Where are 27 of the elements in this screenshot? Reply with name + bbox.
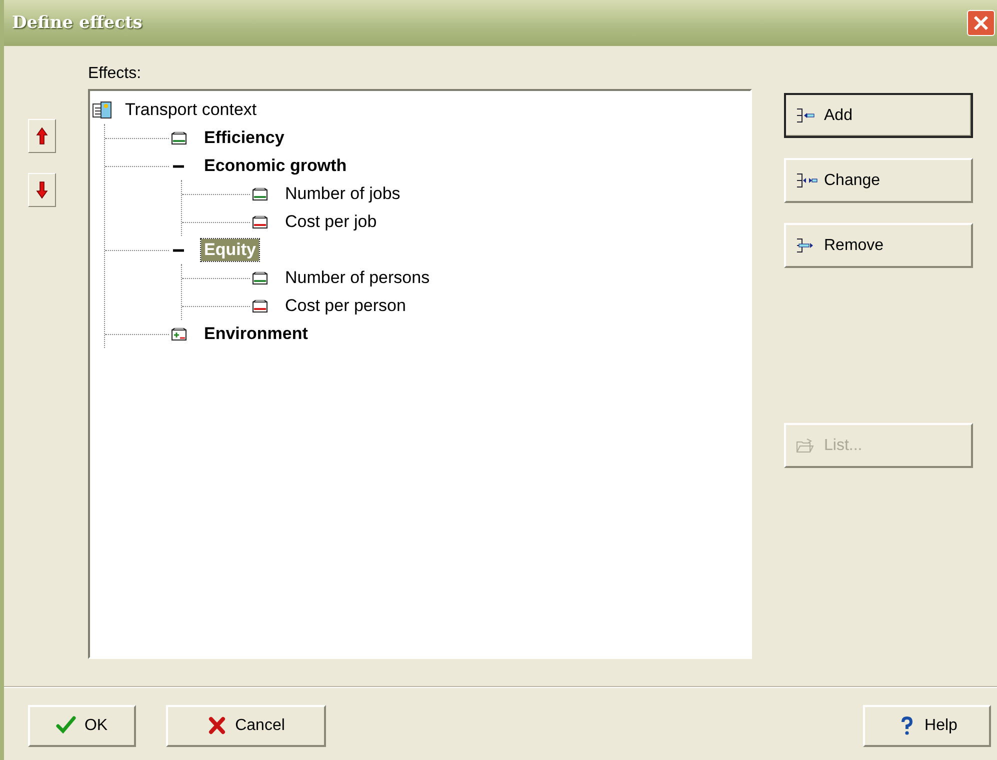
effects-label: Effects: [88,65,142,84]
arrow-down-icon [36,181,48,199]
window-title: Define effects [12,13,142,33]
effects-tree[interactable]: Transport context Efficiency Economic growth Number of jobs Cost per job Equity Number of persons Cost per person Environment [88,89,752,659]
context-icon [92,101,112,119]
tree-item[interactable]: Transport context [122,99,260,121]
tree-item[interactable]: Number of jobs [282,183,404,205]
add-button[interactable]: Add [784,93,973,138]
tree-item[interactable]: Cost per person [282,295,409,317]
move-down-button[interactable] [28,173,56,207]
cancel-button[interactable]: Cancel [166,704,326,746]
ok-button[interactable]: OK [28,704,136,746]
change-button[interactable]: Change [784,158,973,203]
arrow-up-icon [36,127,48,145]
tree-item[interactable]: Cost per job [282,211,380,233]
tree-item[interactable]: Economic growth [201,155,350,177]
cross-icon [207,716,228,736]
close-button[interactable] [967,10,995,36]
help-button[interactable]: Help [863,704,991,746]
tree-item[interactable]: Environment [201,323,311,345]
check-icon [56,716,76,736]
tree-item[interactable]: Efficiency [201,127,288,149]
move-up-button[interactable] [28,119,56,153]
close-icon [972,14,990,32]
remove-button[interactable]: Remove [784,223,973,268]
tree-item[interactable]: Number of persons [282,267,433,289]
change-icon [796,173,818,188]
